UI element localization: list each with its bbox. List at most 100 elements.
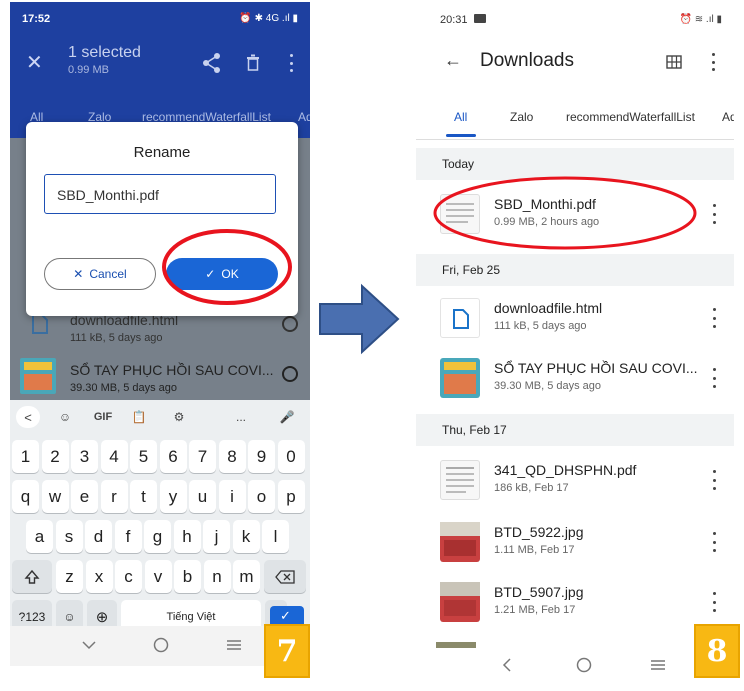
file-name: SỔ TAY PHỤC HỒI SAU COVI... <box>70 362 274 378</box>
key-n[interactable]: n <box>203 560 231 593</box>
menu-lines-icon[interactable] <box>226 639 242 651</box>
selection-app-bar: ✕ 1 selected 0.99 MB <box>10 36 310 98</box>
right-phone-screen: 20:31 ⏰ ≋ .ıl ▮ ← Downloads All Zalo rec… <box>416 2 734 686</box>
tab-all[interactable]: All <box>454 110 467 124</box>
ok-highlight-oval <box>162 229 292 305</box>
partial-thumbnail <box>436 642 476 648</box>
more-options-icon[interactable] <box>290 54 294 72</box>
list-item[interactable]: SỔ TAY PHỤC HỒI SAU COVI... 39.30 MB, 5 … <box>416 348 734 408</box>
key-4[interactable]: 4 <box>100 440 128 473</box>
key-m[interactable]: m <box>233 560 260 593</box>
tab-zalo[interactable]: Zalo <box>510 110 533 124</box>
key-7[interactable]: 7 <box>189 440 216 473</box>
clipboard-icon[interactable]: 📋 <box>126 406 152 428</box>
page-title: Downloads <box>480 50 574 71</box>
key-z[interactable]: z <box>56 560 83 593</box>
list-item[interactable]: 341_QD_DHSPHN.pdf 186 kB, Feb 17 <box>416 450 734 510</box>
status-icons: ⏰ ≋ .ıl ▮ <box>679 14 722 25</box>
key-g[interactable]: g <box>144 520 171 553</box>
key-s[interactable]: s <box>55 520 83 553</box>
file-menu-icon[interactable] <box>710 368 718 388</box>
key-o[interactable]: o <box>248 480 275 513</box>
file-meta: 39.30 MB, 5 days ago <box>70 382 178 394</box>
file-meta: 39.30 MB, 5 days ago <box>494 380 602 392</box>
list-item[interactable]: BTD_5907.jpg 1.21 MB, Feb 17 <box>416 572 734 632</box>
select-radio[interactable] <box>282 316 298 332</box>
backspace-key[interactable] <box>264 560 306 593</box>
key-0[interactable]: 0 <box>277 440 305 473</box>
file-name: downloadfile.html <box>494 300 603 316</box>
key-l[interactable]: l <box>262 520 289 553</box>
more-icon[interactable]: ... <box>228 406 254 428</box>
settings-icon[interactable]: ⚙ <box>166 406 192 428</box>
key-u[interactable]: u <box>189 480 216 513</box>
tab-ad[interactable]: Ad <box>298 110 310 124</box>
key-w[interactable]: w <box>41 480 69 513</box>
home-circle-icon[interactable] <box>576 657 592 673</box>
key-b[interactable]: b <box>174 560 201 593</box>
file-menu-icon[interactable] <box>710 592 718 612</box>
selected-size: 0.99 MB <box>68 64 109 76</box>
key-a[interactable]: a <box>26 520 53 553</box>
notification-icon <box>474 14 486 23</box>
list-item[interactable]: SỔ TAY PHỤC HỒI SAU COVI... 39.30 MB, 5 … <box>10 354 310 400</box>
key-h[interactable]: h <box>173 520 201 553</box>
photo-thumbnail <box>440 582 480 622</box>
select-radio[interactable] <box>282 366 298 382</box>
file-menu-icon[interactable] <box>710 308 718 328</box>
collapse-toolbar-icon[interactable]: < <box>16 406 40 428</box>
microphone-icon[interactable]: 🎤 <box>274 406 300 428</box>
key-e[interactable]: e <box>71 480 98 513</box>
file-menu-icon[interactable] <box>710 470 718 490</box>
key-5[interactable]: 5 <box>130 440 157 473</box>
pdf-thumbnail <box>440 460 480 500</box>
back-chevron-icon[interactable] <box>82 640 96 650</box>
key-v[interactable]: v <box>144 560 172 593</box>
file-meta: 186 kB, Feb 17 <box>494 482 569 494</box>
key-d[interactable]: d <box>85 520 112 553</box>
section-header-feb25: Fri, Feb 25 <box>416 254 734 286</box>
key-q[interactable]: q <box>12 480 39 513</box>
file-menu-icon[interactable] <box>710 204 718 224</box>
menu-lines-icon[interactable] <box>650 659 666 671</box>
key-y[interactable]: y <box>159 480 187 513</box>
key-i[interactable]: i <box>218 480 246 513</box>
key-f[interactable]: f <box>114 520 142 553</box>
list-item[interactable]: BTD_5922.jpg 1.11 MB, Feb 17 <box>416 512 734 572</box>
key-c[interactable]: c <box>115 560 142 593</box>
grid-view-icon[interactable] <box>666 55 682 69</box>
rename-input[interactable]: SBD_Monthi.pdf <box>44 174 276 214</box>
cancel-button[interactable]: ✕ Cancel <box>44 258 156 290</box>
close-icon[interactable]: ✕ <box>26 50 43 75</box>
key-t[interactable]: t <box>130 480 157 513</box>
backspace-icon <box>275 569 295 584</box>
file-menu-icon[interactable] <box>710 532 718 552</box>
delete-icon[interactable] <box>246 54 260 71</box>
key-2[interactable]: 2 <box>41 440 69 473</box>
back-arrow-icon[interactable]: ← <box>444 50 462 71</box>
tab-ad[interactable]: Ad <box>722 110 734 124</box>
share-icon[interactable] <box>202 52 222 74</box>
key-8[interactable]: 8 <box>218 440 246 473</box>
close-icon: ✕ <box>73 267 84 281</box>
more-options-icon[interactable] <box>712 53 716 71</box>
key-r[interactable]: r <box>100 480 128 513</box>
list-item[interactable]: downloadfile.html 111 kB, 5 days ago <box>416 288 734 348</box>
file-highlight-oval <box>433 176 697 250</box>
key-x[interactable]: x <box>85 560 113 593</box>
home-circle-icon[interactable] <box>153 637 169 653</box>
key-p[interactable]: p <box>277 480 305 513</box>
shift-key[interactable] <box>12 560 52 593</box>
tab-recommend[interactable]: recommendWaterfallList <box>566 110 695 124</box>
key-k[interactable]: k <box>232 520 260 553</box>
dialog-title: Rename <box>133 144 191 161</box>
key-1[interactable]: 1 <box>12 440 39 473</box>
gif-button[interactable]: GIF <box>88 406 118 428</box>
key-3[interactable]: 3 <box>71 440 98 473</box>
key-j[interactable]: j <box>203 520 230 553</box>
back-chevron-icon[interactable] <box>502 658 512 672</box>
status-time: 20:31 <box>440 14 468 26</box>
key-6[interactable]: 6 <box>159 440 187 473</box>
emoji-icon[interactable]: ☺ <box>52 406 78 428</box>
key-9[interactable]: 9 <box>248 440 275 473</box>
